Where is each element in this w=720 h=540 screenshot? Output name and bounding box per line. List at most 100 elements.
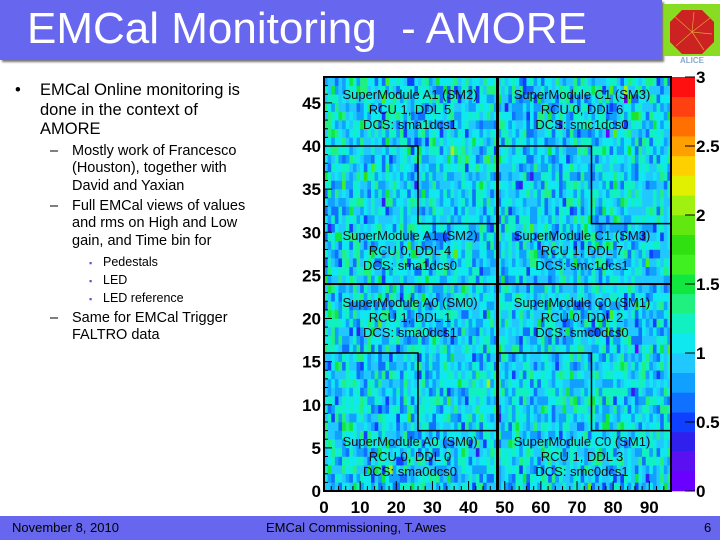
heatmap-cell	[558, 215, 563, 224]
heatmap-cell	[345, 102, 350, 112]
heatmap-cell	[374, 206, 379, 216]
heatmap-cell	[526, 404, 531, 414]
heatmap-cell	[562, 344, 567, 354]
heatmap-cell	[652, 378, 657, 388]
heatmap-cell	[428, 413, 433, 423]
heatmap-cell	[649, 318, 654, 328]
heatmap-cell	[515, 111, 520, 121]
heatmap-cell	[577, 197, 581, 207]
heatmap-cell	[660, 171, 665, 181]
heatmap-cell	[428, 189, 433, 199]
heatmap-cell	[345, 249, 350, 259]
heatmap-cell	[573, 361, 578, 371]
heatmap-cell	[352, 163, 357, 173]
heatmap-cell	[649, 215, 654, 224]
heatmap-cell	[573, 146, 578, 155]
heatmap-cell	[515, 327, 520, 337]
heatmap-cell	[421, 378, 426, 388]
heatmap-cell	[436, 387, 440, 397]
heatmap-cell	[526, 309, 531, 319]
heatmap-cell	[558, 378, 563, 388]
heatmap-cell	[645, 275, 650, 285]
heatmap-cell	[526, 482, 531, 492]
heatmap-cell	[338, 344, 343, 354]
heatmap-cell	[327, 215, 332, 224]
heatmap-cell	[360, 137, 365, 147]
heatmap-cell	[443, 396, 448, 406]
heatmap-cell	[656, 180, 661, 190]
heatmap-cell	[425, 275, 430, 285]
heatmap-cell	[649, 163, 654, 173]
heatmap-cell	[381, 387, 386, 397]
heatmap-cell	[504, 473, 509, 483]
heatmap-cell	[461, 378, 466, 388]
heatmap-cell	[331, 249, 336, 259]
heatmap-cell	[627, 154, 632, 164]
heatmap-cell	[399, 404, 404, 414]
heatmap-cell	[562, 180, 567, 190]
heatmap-cell	[450, 171, 455, 181]
heatmap-cell	[515, 378, 520, 388]
heatmap-cell	[396, 396, 401, 406]
heatmap-cell	[501, 465, 506, 475]
heatmap-cell	[519, 422, 524, 431]
heatmap-cell	[569, 370, 574, 380]
heatmap-cell	[580, 206, 585, 216]
heatmap-cell	[638, 344, 643, 354]
heatmap-cell	[392, 197, 397, 207]
heatmap-cell	[432, 284, 437, 293]
heatmap-cell	[338, 473, 343, 483]
heatmap-cell	[483, 361, 487, 371]
heatmap-cell	[428, 146, 433, 155]
heatmap-cell	[620, 154, 625, 164]
heatmap-cell	[363, 370, 368, 380]
heatmap-cell	[530, 353, 534, 362]
heatmap-cell	[663, 180, 668, 190]
heatmap-cell	[504, 215, 509, 224]
heatmap-cell	[638, 154, 643, 164]
heatmap-cell	[389, 370, 393, 380]
heatmap-cell	[522, 249, 527, 259]
heatmap-cell	[663, 146, 668, 155]
heatmap-cell	[356, 318, 361, 328]
heatmap-cell	[616, 413, 621, 423]
heatmap-cell	[562, 378, 567, 388]
heatmap-cell	[381, 215, 386, 224]
supermodule-label: RCU 0, DDL 4	[369, 243, 452, 258]
heatmap-cell	[616, 284, 621, 293]
heatmap-cell	[410, 275, 415, 285]
heatmap-cell	[569, 378, 574, 388]
heatmap-cell	[660, 318, 665, 328]
heatmap-cell	[342, 215, 346, 224]
heatmap-cell	[598, 137, 603, 147]
heatmap-cell	[349, 137, 354, 147]
heatmap-cell	[356, 422, 361, 431]
heatmap-cell	[548, 77, 553, 86]
heatmap-cell	[475, 128, 480, 138]
heatmap-cell	[349, 171, 354, 181]
heatmap-cell	[515, 413, 520, 423]
heatmap-cell	[461, 77, 466, 86]
heatmap-cell	[591, 77, 596, 86]
heatmap-cell	[428, 163, 433, 173]
heatmap-cell	[378, 361, 383, 371]
heatmap-cell	[454, 180, 459, 190]
heatmap-cell	[468, 146, 473, 155]
heatmap-cell	[331, 266, 336, 276]
heatmap-cell	[605, 137, 610, 147]
colorbar-band	[672, 155, 695, 176]
heatmap-cell	[475, 206, 480, 216]
heatmap-cell	[652, 387, 657, 397]
heatmap-cell	[472, 77, 477, 86]
heatmap-cell	[472, 361, 477, 371]
heatmap-cell	[544, 206, 549, 216]
heatmap-cell	[443, 154, 448, 164]
heatmap-cell	[645, 128, 650, 138]
heatmap-cell	[327, 353, 332, 362]
heatmap-cell	[642, 275, 646, 285]
heatmap-cell	[522, 353, 527, 362]
heatmap-cell	[342, 370, 346, 380]
heatmap-cell	[349, 189, 354, 199]
heatmap-cell	[627, 422, 632, 431]
heatmap-cell	[486, 94, 491, 104]
